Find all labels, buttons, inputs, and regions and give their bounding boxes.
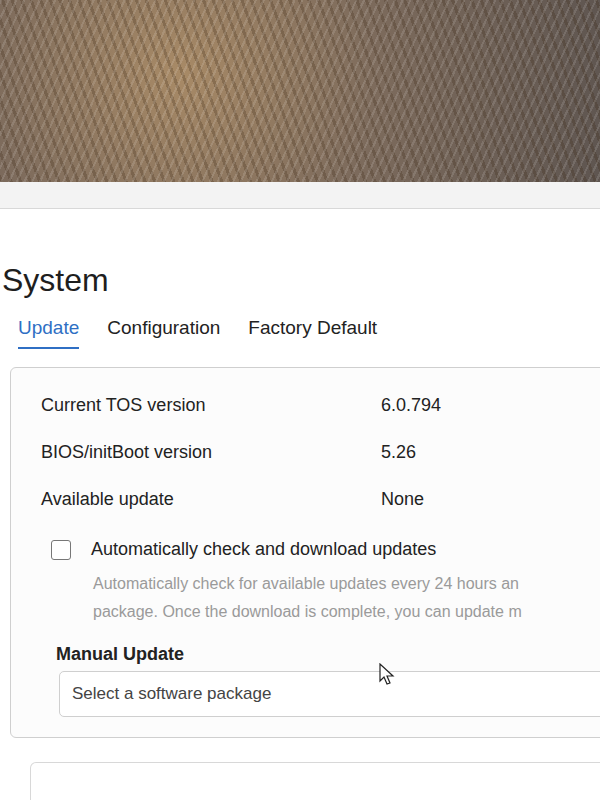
top-strip	[0, 182, 600, 209]
tab[interactable]: Update	[18, 313, 79, 349]
package-select-wrap: Select a software package	[59, 671, 600, 717]
checkbox-label: Automatically check and download updates	[91, 539, 436, 560]
info-label: BIOS/initBoot version	[41, 442, 381, 463]
checkbox-box[interactable]	[51, 540, 71, 560]
mouse-cursor-icon	[379, 663, 395, 685]
next-card	[30, 762, 600, 800]
description-line: package. Once the download is complete, …	[93, 598, 600, 626]
info-label: Current TOS version	[41, 395, 381, 416]
tab[interactable]: Configuration	[107, 313, 220, 349]
info-label: Available update	[41, 489, 381, 510]
content: System Update Configuration Factory Default…	[0, 209, 600, 800]
update-card: Current TOS version6.0.794BIOS/initBoot …	[10, 367, 600, 738]
tab[interactable]: Factory Default	[248, 313, 377, 349]
tab-bar: Update Configuration Factory Default	[0, 313, 600, 349]
manual-update-label: Manual Update	[11, 644, 600, 665]
auto-update-description: Automatically check for available update…	[11, 570, 600, 626]
package-select[interactable]: Select a software package	[59, 671, 600, 717]
info-row: BIOS/initBoot version5.26	[11, 429, 600, 476]
info-value: 5.26	[381, 442, 600, 463]
info-value: None	[381, 489, 600, 510]
info-row: Available updateNone	[11, 476, 600, 523]
info-row: Current TOS version6.0.794	[11, 382, 600, 429]
page-title: System	[2, 261, 600, 299]
description-line: Automatically check for available update…	[93, 570, 600, 598]
screen: System Update Configuration Factory Default…	[0, 0, 600, 800]
auto-update-checkbox[interactable]: Automatically check and download updates	[11, 539, 600, 560]
info-value: 6.0.794	[381, 395, 600, 416]
fur-photo	[0, 0, 600, 182]
